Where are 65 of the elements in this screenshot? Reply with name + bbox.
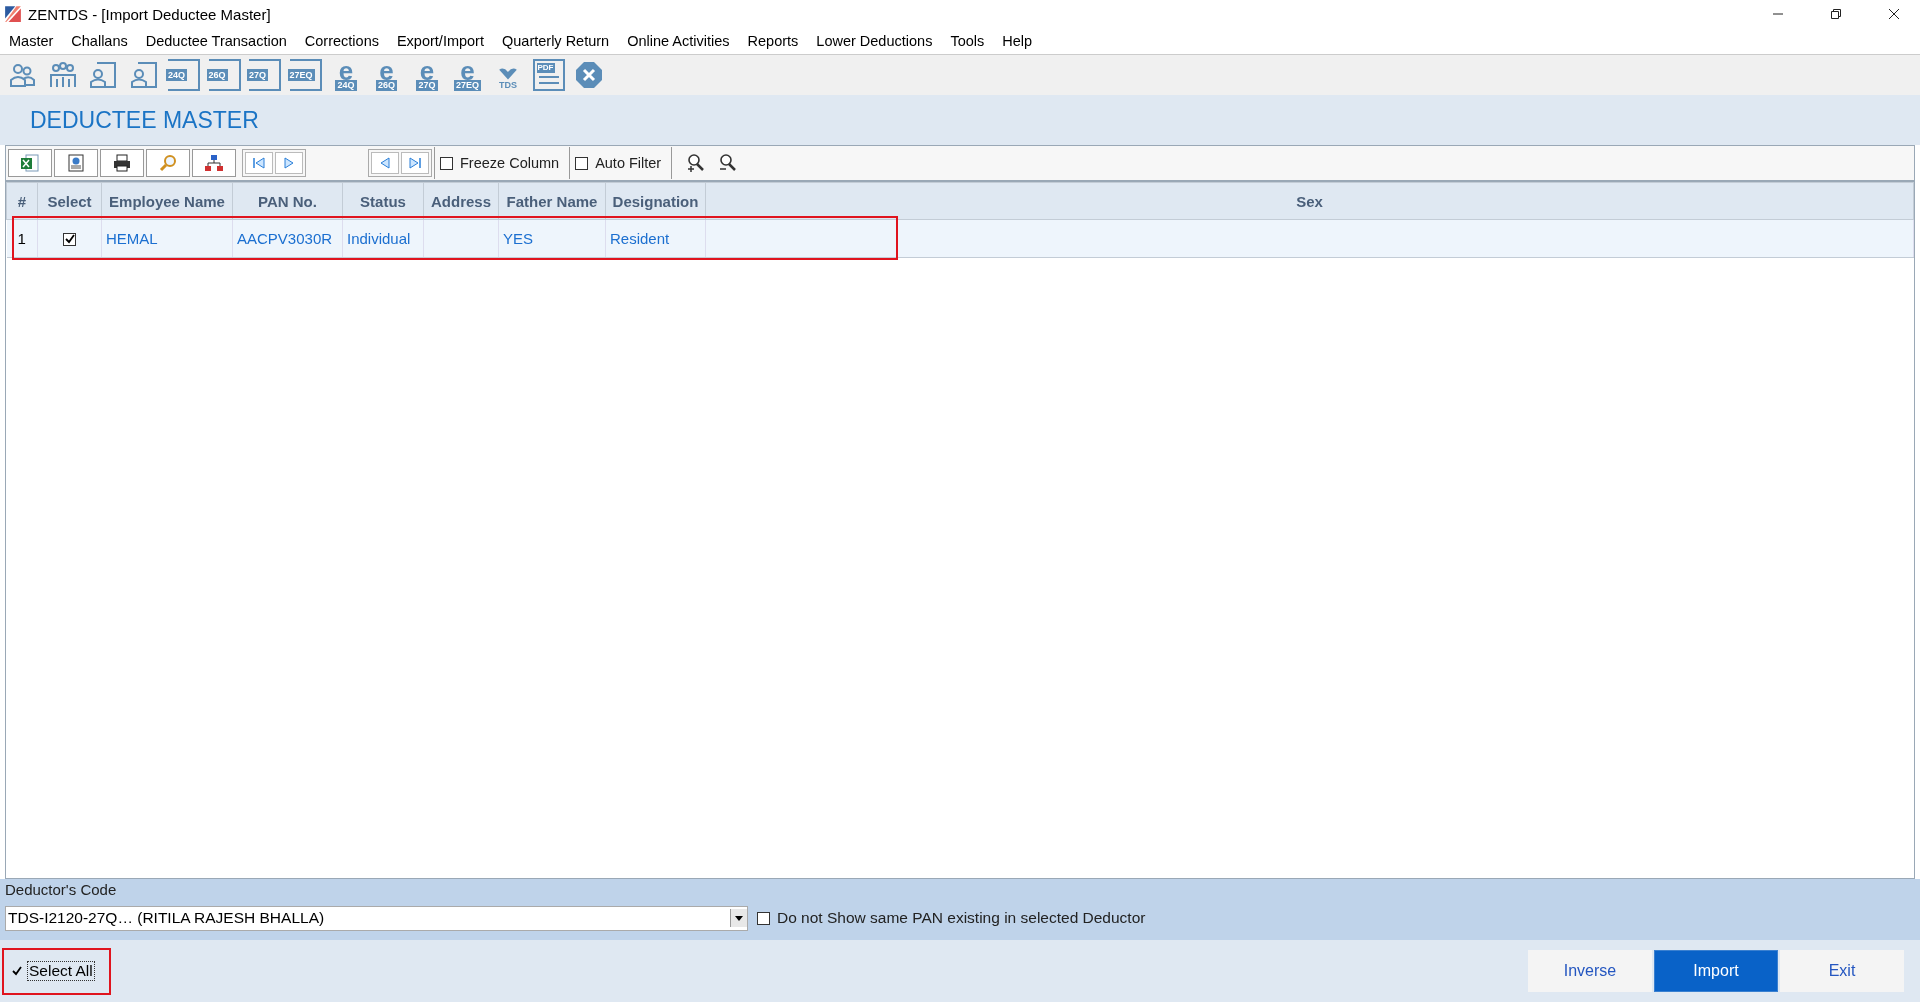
form-document-icon[interactable]: 27Q	[249, 59, 281, 91]
menu-item[interactable]: Master	[9, 33, 54, 49]
checkbox-label: Auto Filter	[595, 155, 662, 171]
deductor-dropdown[interactable]: TDS-I2120-27Q… (RITILA RAJESH BHALLA)	[5, 905, 748, 931]
excel-export-button[interactable]	[8, 149, 52, 177]
table-cell: HEMAL	[106, 230, 158, 247]
action-button[interactable]: Inverse	[1528, 950, 1652, 992]
menu-item[interactable]: Help	[1002, 33, 1033, 49]
menu-item[interactable]: Corrections	[304, 33, 379, 49]
web-page-button[interactable]	[54, 149, 98, 177]
menu-item[interactable]: Quarterly Return	[502, 33, 610, 49]
checkbox[interactable]	[757, 911, 770, 925]
menu-item[interactable]: Challans	[71, 33, 128, 49]
form-document-icon[interactable]: 26Q	[208, 59, 241, 91]
menu-item[interactable]: Deductee Transaction	[145, 33, 287, 49]
row-number: 1	[17, 230, 26, 247]
menu-item[interactable]: Export/Import	[396, 33, 484, 49]
column-header[interactable]: Sex	[705, 182, 1914, 220]
search-icon	[158, 153, 178, 173]
globe-document-icon	[66, 153, 86, 173]
column-header[interactable]: PAN No.	[232, 182, 343, 220]
app-logo-icon	[4, 5, 22, 23]
select-all-checkbox[interactable]	[10, 964, 23, 978]
printer-icon	[112, 153, 132, 173]
column-header[interactable]: Status	[342, 182, 424, 220]
action-button[interactable]: Exit	[1780, 950, 1904, 992]
spreadsheet-icon	[19, 153, 41, 173]
close-icon[interactable]	[1888, 8, 1900, 20]
table-cell: AACPV3030R	[237, 230, 333, 247]
column-header[interactable]: Designation	[605, 182, 706, 220]
form-document-icon[interactable]: 27EQ	[289, 59, 322, 91]
column-header[interactable]: #	[6, 182, 38, 220]
checkbox-label: Do not Show same PAN existing in selected Deductor	[777, 909, 1146, 927]
checkbox[interactable]	[575, 156, 589, 170]
action-button[interactable]: Import	[1654, 950, 1778, 992]
caret-icon[interactable]	[730, 909, 747, 927]
menu-item[interactable]: Lower Deductions	[816, 33, 933, 49]
field-label: Deductor's Code	[5, 881, 118, 898]
table-cell: YES	[503, 230, 533, 247]
hierarchy-icon	[204, 153, 224, 173]
table-cell: Individual	[347, 230, 411, 247]
select-checkbox[interactable]	[63, 232, 76, 246]
menu-item[interactable]: Online Activities	[627, 33, 730, 49]
restore-icon[interactable]	[1830, 8, 1842, 20]
form-document-icon[interactable]: 24Q	[168, 59, 200, 91]
menu-item[interactable]: Reports	[747, 33, 799, 49]
last-icon	[407, 155, 423, 171]
column-header[interactable]: Father Name	[498, 182, 606, 220]
column-header[interactable]: Select	[37, 182, 102, 220]
page-heading: DEDUCTEE MASTER	[30, 106, 259, 134]
print-button[interactable]	[100, 149, 144, 177]
column-header[interactable]: Address	[423, 182, 499, 220]
hierarchy-button[interactable]	[192, 149, 236, 177]
person-document-icon[interactable]	[87, 59, 119, 91]
column-header[interactable]: Employee Name	[101, 182, 233, 220]
checkbox[interactable]	[440, 156, 453, 170]
checkbox-label: Select All	[27, 961, 95, 981]
table-cell: Resident	[610, 230, 670, 247]
pdf-document-icon[interactable]: PDF	[532, 59, 565, 91]
first-icon	[251, 155, 267, 171]
checkbox-label: Freeze Column	[460, 155, 560, 171]
menu-item[interactable]: Tools	[950, 33, 985, 49]
window-title: ZENTDS - [Import Deductee Master]	[28, 5, 271, 23]
first-record-button[interactable]	[245, 152, 273, 174]
last-record-button[interactable]	[401, 152, 429, 174]
